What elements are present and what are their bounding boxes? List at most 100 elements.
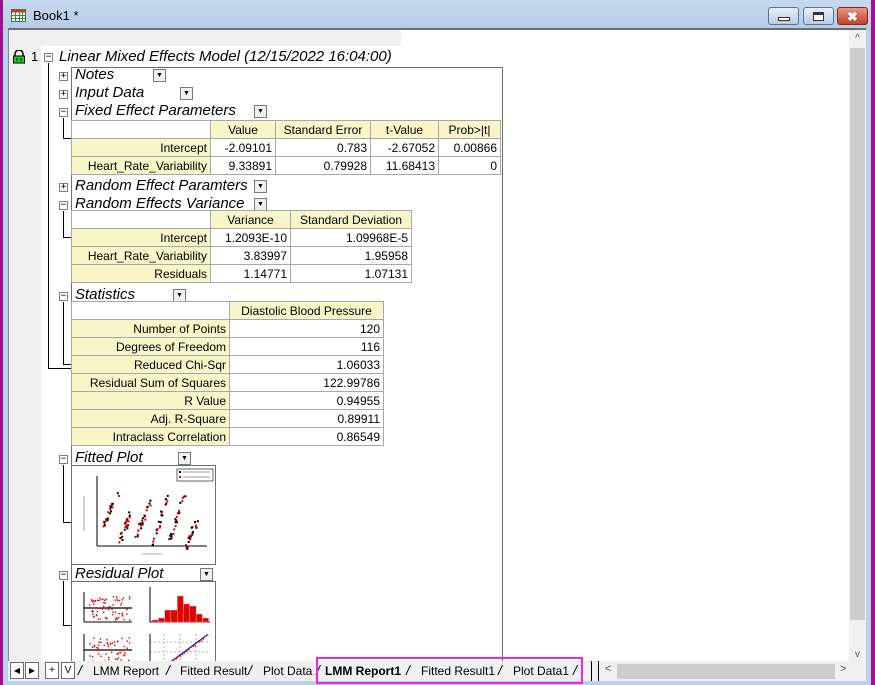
table-cell[interactable]: 1.95958 — [290, 246, 412, 265]
residual-point — [92, 600, 95, 602]
collapse-random-effects-variance-toggle[interactable]: − — [59, 201, 68, 210]
data-point — [105, 519, 108, 522]
row-header: Heart_Rate_Variability — [71, 246, 211, 265]
report-sheet[interactable]: 1 − Linear Mixed Effects Model (12/15/20… — [8, 28, 866, 661]
residual-point — [108, 658, 110, 661]
lock-icon[interactable] — [12, 50, 26, 64]
residual-point — [124, 652, 126, 654]
maximize-button[interactable] — [803, 7, 834, 25]
expand-notes-toggle[interactable]: + — [59, 72, 68, 81]
fixed-effects-dropdown-button[interactable]: ▼ — [254, 105, 267, 118]
table-cell[interactable]: 120 — [229, 319, 384, 338]
scroll-down-button[interactable]: v — [849, 646, 866, 661]
tab-splitter[interactable] — [591, 661, 599, 681]
title-bar[interactable]: Book1 * ✖ — [3, 0, 871, 30]
table-cell[interactable]: 11.68413 — [370, 156, 439, 175]
table-cell[interactable]: 0 — [438, 156, 501, 175]
scroll-tabs-right-button[interactable]: ▶ — [25, 662, 39, 679]
scroll-tabs-left-button[interactable]: ◀ — [10, 662, 24, 679]
table-cell[interactable]: 1.07131 — [290, 264, 412, 283]
collapse-residual-plot-toggle[interactable]: − — [59, 571, 68, 580]
row-number: 1 — [31, 49, 39, 64]
table-cell[interactable]: 0.86549 — [229, 427, 384, 446]
table-cell[interactable]: 0.783 — [275, 138, 371, 157]
probability-point — [186, 650, 188, 652]
table-header-row: Variance Standard Deviation — [71, 210, 412, 229]
row-header: Intraclass Correlation — [71, 427, 230, 446]
data-point — [194, 526, 197, 529]
table-cell[interactable]: 0.94955 — [229, 391, 384, 410]
histogram-bar — [151, 619, 159, 623]
residual-plot-dropdown-button[interactable]: ▼ — [200, 568, 213, 581]
data-point — [125, 520, 128, 523]
table-cell[interactable]: 122.99786 — [229, 373, 384, 392]
plus-icon: + — [49, 665, 55, 676]
table-cell[interactable]: 9.33891 — [210, 156, 276, 175]
scroll-left-button[interactable]: < — [605, 663, 611, 675]
collapse-statistics-toggle[interactable]: − — [59, 292, 68, 301]
table-cell[interactable]: 1.2093E-10 — [210, 228, 291, 247]
table-cell[interactable]: 1.14771 — [210, 264, 291, 283]
table-cell[interactable]: 0.79928 — [275, 156, 371, 175]
section-notes-title: Notes — [75, 66, 115, 83]
minimize-button[interactable] — [768, 7, 799, 25]
data-point — [165, 502, 168, 504]
table-cell[interactable]: 116 — [229, 337, 384, 356]
tab-fitted-result[interactable]: Fitted Result — [180, 662, 247, 680]
table-cell[interactable]: 0.89911 — [229, 409, 384, 428]
vertical-scrollbar[interactable]: ^ v — [849, 30, 866, 661]
notes-dropdown-button[interactable]: ▼ — [153, 69, 166, 82]
collapse-fitted-plot-toggle[interactable]: − — [59, 455, 68, 464]
table-cell[interactable]: 1.06033 — [229, 355, 384, 374]
input-data-dropdown-button[interactable]: ▼ — [180, 87, 193, 100]
residual-point — [102, 611, 105, 614]
table-cell[interactable]: 1.09968E-5 — [290, 228, 412, 247]
horizontal-scrollbar[interactable]: < > — [600, 661, 858, 681]
residual-plot-graphs — [83, 587, 210, 661]
data-point — [137, 529, 140, 532]
data-point — [126, 527, 129, 530]
tab-plot-data[interactable]: Plot Data — [263, 662, 312, 680]
tab-lmm-report[interactable]: LMM Report — [93, 662, 159, 680]
probability-point — [204, 635, 207, 637]
table-cell[interactable]: 0.00866 — [438, 138, 501, 157]
fitted-plot-thumbnail[interactable] — [71, 465, 216, 565]
data-point — [141, 519, 143, 522]
window-title: Book1 * — [33, 8, 79, 23]
chevron-down-icon: V — [64, 665, 72, 676]
add-sheet-button[interactable]: + — [45, 662, 59, 679]
data-point — [140, 527, 143, 530]
scroll-right-button[interactable]: > — [840, 663, 846, 675]
probability-point — [200, 640, 203, 642]
collapse-fixed-effects-toggle[interactable]: − — [59, 108, 68, 117]
expand-random-effect-params-toggle[interactable]: + — [59, 183, 68, 192]
table-cell[interactable]: 3.83997 — [210, 246, 291, 265]
sheet-list-button[interactable]: V — [61, 662, 75, 679]
probability-point — [190, 646, 192, 648]
random-effect-params-dropdown-button[interactable]: ▼ — [254, 180, 267, 193]
horizontal-scroll-thumb[interactable] — [617, 664, 835, 679]
table-cell[interactable]: -2.09101 — [210, 138, 276, 157]
table-cell[interactable]: -2.67052 — [370, 138, 439, 157]
vertical-scroll-thumb[interactable] — [850, 48, 865, 620]
residual-point — [90, 599, 93, 601]
data-point — [172, 532, 175, 535]
scroll-up-button[interactable]: ^ — [849, 30, 866, 47]
fitted-plot-dropdown-button[interactable]: ▼ — [178, 452, 191, 465]
probability-point — [175, 658, 178, 660]
histogram-bar — [183, 603, 190, 623]
data-point — [151, 543, 154, 546]
collapse-root-toggle[interactable]: − — [44, 53, 53, 62]
close-button[interactable]: ✖ — [837, 7, 868, 25]
window-frame-right — [871, 0, 875, 685]
table-row: Degrees of Freedom 116 — [71, 337, 384, 356]
data-point — [174, 525, 177, 528]
residual-point — [108, 656, 110, 659]
residual-point — [118, 651, 121, 654]
residual-plot-thumbnail[interactable] — [71, 581, 216, 661]
residual-point — [97, 618, 99, 621]
residual-point — [97, 647, 99, 649]
window-frame-left — [0, 0, 3, 685]
expand-input-data-toggle[interactable]: + — [59, 90, 68, 99]
tab-separator: / — [248, 662, 252, 678]
